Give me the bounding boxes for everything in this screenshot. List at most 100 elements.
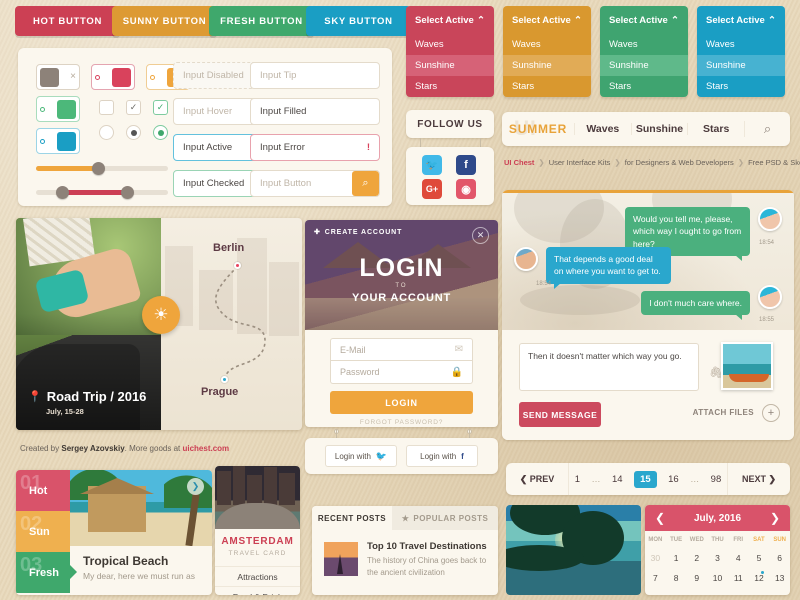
search-icon[interactable]: ⌕ xyxy=(352,171,379,196)
tab-popular-posts[interactable]: ★ POPULAR POSTS xyxy=(392,506,498,530)
summer-logo[interactable]: UI SUMMER xyxy=(502,117,574,140)
calendar-day[interactable]: 30 xyxy=(645,553,666,563)
attachment-thumbnail[interactable] xyxy=(721,342,773,390)
google-plus-icon[interactable]: G+ xyxy=(422,179,442,199)
select-red-header[interactable]: Select Active ⌃ xyxy=(406,6,494,34)
calendar-day[interactable]: 2 xyxy=(686,553,707,563)
select-blue-header[interactable]: Select Active ⌃ xyxy=(697,6,785,34)
slider-single-track[interactable] xyxy=(36,162,168,175)
select-red[interactable]: Select Active ⌃ Waves Sunshine Stars xyxy=(406,6,494,97)
pagination-prev-button[interactable]: ❮ PREV xyxy=(506,474,568,485)
tab-sun[interactable]: 02 Sun xyxy=(16,511,70,552)
nav-item-waves[interactable]: Waves xyxy=(574,123,631,135)
select-option-sunshine[interactable]: Sunshine xyxy=(406,55,494,76)
chevron-left-icon[interactable]: ❮ xyxy=(645,511,675,525)
email-field[interactable]: E-Mail ✉ xyxy=(330,338,473,361)
hot-button[interactable]: HOT BUTTON xyxy=(15,6,120,36)
twitter-icon[interactable]: 🐦 xyxy=(422,155,442,175)
tab-fresh[interactable]: 03 Fresh xyxy=(16,552,77,593)
calendar-day[interactable]: 8 xyxy=(666,573,687,583)
close-icon[interactable]: ✕ xyxy=(472,227,489,244)
calendar-day[interactable]: 9 xyxy=(686,573,707,583)
calendar-day[interactable]: 5 xyxy=(749,553,770,563)
calendar-day[interactable]: 10 xyxy=(707,573,728,583)
calendar-day[interactable]: 4 xyxy=(728,553,749,563)
post-title[interactable]: Top 10 Travel Destinations xyxy=(367,541,487,552)
post-thumbnail[interactable] xyxy=(324,542,358,576)
calendar-day[interactable]: 7 xyxy=(645,573,666,583)
amsterdam-item-attractions[interactable]: Attractions xyxy=(215,566,300,582)
slider-range-track[interactable] xyxy=(36,186,168,199)
amsterdam-item-food[interactable]: Food & Drink xyxy=(215,586,300,595)
facebook-icon[interactable]: f xyxy=(456,155,476,175)
select-option-sunshine[interactable]: Sunshine xyxy=(503,55,591,76)
login-button[interactable]: LOGIN xyxy=(330,391,473,414)
breadcrumb-item-2[interactable]: for Designers & Web Developers xyxy=(625,158,734,167)
select-option-sunshine[interactable]: Sunshine xyxy=(697,55,785,76)
search-icon[interactable]: ⌕ xyxy=(744,121,790,137)
forgot-password-link[interactable]: FORGOT PASSWORD? xyxy=(305,419,498,426)
breadcrumb-item-1[interactable]: User Interface Kits xyxy=(549,158,611,167)
select-option-waves[interactable]: Waves xyxy=(503,34,591,55)
select-option-stars[interactable]: Stars xyxy=(503,76,591,97)
input-with-button[interactable]: Input Button ⌕ xyxy=(250,170,380,197)
create-account-button[interactable]: ✚ CREATE ACCOUNT xyxy=(314,228,402,237)
message-textarea[interactable]: Then it doesn't matter which way you go. xyxy=(519,343,699,391)
login-with-twitter-button[interactable]: Login with 🐦 xyxy=(325,445,397,467)
select-option-waves[interactable]: Waves xyxy=(697,34,785,55)
select-blue[interactable]: Select Active ⌃ Waves Sunshine Stars xyxy=(697,6,785,97)
calendar-day[interactable]: 12 xyxy=(749,571,770,583)
select-orange-header[interactable]: Select Active ⌃ xyxy=(503,6,591,34)
checkbox-checked[interactable]: ✓ xyxy=(126,100,141,115)
radio-selected[interactable] xyxy=(126,125,141,140)
select-option-stars[interactable]: Stars xyxy=(600,76,688,97)
page-98[interactable]: 98 xyxy=(711,474,722,485)
chevron-right-icon[interactable]: ❯ xyxy=(760,511,790,525)
instagram-icon[interactable]: ◉ xyxy=(456,179,476,199)
select-option-stars[interactable]: Stars xyxy=(406,76,494,97)
slider-handle-min[interactable] xyxy=(56,186,69,199)
credit-link[interactable]: uichest.com xyxy=(182,444,229,453)
calendar-day[interactable]: 11 xyxy=(728,573,749,583)
pagination-next-button[interactable]: NEXT ❯ xyxy=(728,474,790,485)
swatch-grey[interactable]: × xyxy=(36,64,80,90)
select-green-header[interactable]: Select Active ⌃ xyxy=(600,6,688,34)
input-error[interactable]: Input Error ! xyxy=(250,134,380,161)
close-icon[interactable]: × xyxy=(70,72,76,82)
select-green[interactable]: Select Active ⌃ Waves Sunshine Stars xyxy=(600,6,688,97)
slider-handle[interactable] xyxy=(92,162,105,175)
radio-selected-green[interactable] xyxy=(153,125,168,140)
city-marker-prague[interactable] xyxy=(221,376,228,383)
calendar-day[interactable]: 13 xyxy=(769,573,790,583)
calendar-day[interactable]: 3 xyxy=(707,553,728,563)
radio-empty[interactable] xyxy=(99,125,114,140)
sky-button[interactable]: SKY BUTTON xyxy=(306,6,411,36)
password-field[interactable]: Password 🔒 xyxy=(330,361,473,384)
swatch-red[interactable] xyxy=(91,64,135,90)
page-16[interactable]: 16 xyxy=(668,474,679,485)
checkbox-empty[interactable] xyxy=(99,100,114,115)
breadcrumb-item-0[interactable]: UI Chest xyxy=(504,158,534,167)
calendar-day[interactable]: 1 xyxy=(666,553,687,563)
chevron-right-icon[interactable]: ❯ xyxy=(187,478,204,495)
page-1[interactable]: 1 xyxy=(575,474,580,485)
page-14[interactable]: 14 xyxy=(612,474,623,485)
attach-files-button[interactable]: + xyxy=(762,404,780,422)
swatch-blue[interactable] xyxy=(36,128,80,154)
breadcrumb-item-3[interactable]: Free PSD & Sketch xyxy=(748,158,800,167)
checkbox-checked-green[interactable]: ✓ xyxy=(153,100,168,115)
tab-hot[interactable]: 01 Hot xyxy=(16,470,70,511)
slider-handle-max[interactable] xyxy=(121,186,134,199)
login-with-facebook-button[interactable]: Login with f xyxy=(406,445,478,467)
sun-icon[interactable]: ☀ xyxy=(142,296,180,334)
swatch-green[interactable] xyxy=(36,96,80,122)
select-option-stars[interactable]: Stars xyxy=(697,76,785,97)
nav-item-stars[interactable]: Stars xyxy=(687,123,744,135)
input-filled[interactable]: Input Filled xyxy=(250,98,380,125)
select-orange[interactable]: Select Active ⌃ Waves Sunshine Stars xyxy=(503,6,591,97)
page-current[interactable]: 15 xyxy=(634,470,657,488)
send-message-button[interactable]: SEND MESSAGE xyxy=(519,402,601,427)
nav-item-sunshine[interactable]: Sunshine xyxy=(630,123,688,135)
select-option-waves[interactable]: Waves xyxy=(406,34,494,55)
tab-recent-posts[interactable]: RECENT POSTS xyxy=(312,506,392,530)
